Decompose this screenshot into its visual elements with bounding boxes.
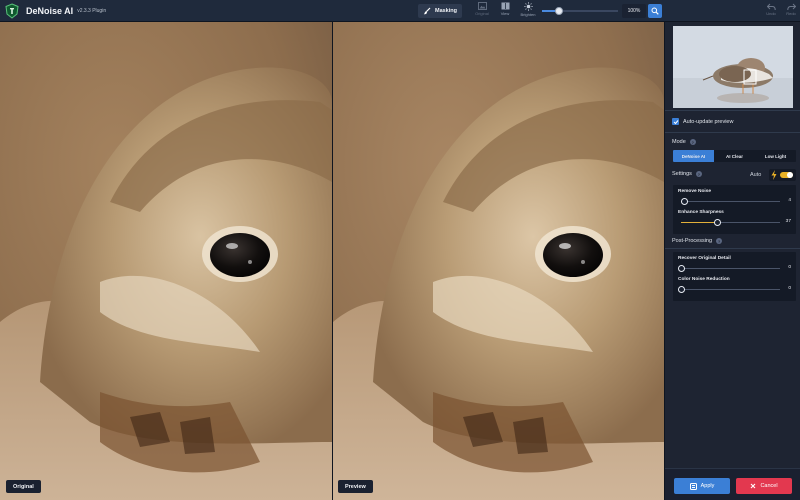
split-view-icon — [501, 2, 509, 10]
enhance-sharpness-label: Enhance Sharpness — [678, 210, 724, 215]
remove-noise-label: Remove Noise — [678, 189, 712, 194]
auto-toggle[interactable] — [780, 172, 793, 178]
mode-tab-denoise-ai[interactable]: DeNoise AI — [673, 150, 714, 162]
view-label: View — [500, 11, 510, 16]
post-processing-panel: Recover Original Detail 0 Color Noise Re… — [673, 252, 796, 301]
undo-icon — [766, 3, 776, 11]
mode-section-title: Mode ? — [672, 139, 696, 145]
app-title: DeNoise AI — [26, 5, 74, 16]
brush-icon — [423, 7, 431, 15]
help-icon[interactable]: ? — [695, 171, 702, 177]
topaz-logo-icon — [5, 2, 19, 19]
cancel-button[interactable]: Cancel — [736, 478, 792, 494]
color-noise-label: Color Noise Reduction — [678, 277, 730, 282]
original-view-label: Original — [475, 11, 489, 16]
lightning-bolt-icon — [771, 170, 777, 180]
section-separator — [665, 132, 800, 133]
post-processing-section-title: Post-Processing ? — [672, 238, 723, 244]
auto-label: Auto — [750, 172, 762, 178]
apply-icon — [689, 482, 697, 490]
close-icon — [751, 483, 756, 489]
settings-section-title: Settings ? — [672, 171, 702, 177]
slider-knob[interactable] — [681, 198, 689, 205]
cancel-label: Cancel — [760, 483, 778, 489]
section-separator — [665, 248, 800, 249]
recover-detail-slider-row: Recover Original Detail 0 — [677, 256, 791, 276]
undo-label: Undo — [766, 11, 776, 16]
magnifier-icon — [651, 7, 659, 15]
navigator-separator — [665, 110, 800, 111]
mode-tab-low-light[interactable]: Low Light — [755, 150, 796, 162]
enhance-sharpness-slider[interactable] — [681, 219, 780, 226]
post-processing-title: Post-Processing — [672, 238, 713, 244]
help-icon[interactable]: ? — [689, 139, 696, 145]
enhance-sharpness-value: 37 — [785, 219, 791, 224]
mode-tabs: DeNoise AI AI Clear Low Light — [673, 150, 796, 162]
brighten-label: Brighten — [520, 12, 536, 17]
action-bar: Apply Cancel — [665, 468, 800, 500]
color-noise-slider[interactable] — [677, 286, 780, 293]
recover-detail-label: Recover Original Detail — [678, 256, 731, 261]
remove-noise-value: 4 — [788, 198, 791, 203]
image-icon — [477, 2, 487, 10]
remove-noise-slider-row: Remove Noise 4 — [678, 189, 791, 209]
navigator-bird-image — [673, 26, 793, 108]
preview-label: Preview — [338, 480, 373, 493]
slider-fill — [681, 222, 718, 223]
masking-label: Masking — [434, 8, 457, 14]
help-icon[interactable]: ? — [716, 238, 723, 244]
top-toolbar: DeNoise AI v2.3.3 Plugin Masking Origina… — [0, 0, 800, 22]
brighten-slider[interactable] — [542, 7, 618, 15]
zoom-button[interactable] — [648, 4, 662, 18]
recover-detail-value: 0 — [788, 265, 791, 270]
navigator-thumbnail[interactable] — [673, 26, 793, 108]
original-view-button[interactable]: Original — [473, 2, 491, 20]
apply-button[interactable]: Apply — [674, 478, 730, 494]
redo-label: Redo — [786, 11, 796, 16]
brighten-button[interactable]: Brighten — [519, 2, 537, 20]
app-version: v2.3.3 Plugin — [77, 7, 107, 14]
original-bird-photo — [0, 22, 332, 500]
brighten-slider-knob[interactable] — [554, 7, 563, 15]
original-pane[interactable]: Original — [0, 22, 332, 500]
sun-icon — [523, 2, 533, 11]
apply-label: Apply — [700, 483, 715, 489]
auto-toggle-container — [769, 169, 796, 181]
original-label: Original — [6, 480, 41, 493]
auto-update-checkbox[interactable]: Auto-update preview — [672, 118, 733, 125]
recover-detail-slider[interactable] — [677, 265, 780, 272]
mode-tab-ai-clear[interactable]: AI Clear — [714, 150, 755, 162]
settings-title: Settings — [672, 171, 692, 177]
settings-sidebar: Auto-update preview Mode ? DeNoise AI AI… — [664, 22, 800, 500]
undo-button[interactable]: Undo — [761, 3, 781, 20]
toggle-knob — [787, 172, 793, 178]
enhance-sharpness-slider-row: Enhance Sharpness 37 — [678, 210, 791, 230]
settings-panel: Remove Noise 4 Enhance Sharpness 37 — [673, 185, 796, 234]
redo-button[interactable]: Redo — [781, 3, 800, 20]
view-mode-button[interactable]: View — [496, 2, 514, 20]
slider-knob[interactable] — [677, 265, 685, 272]
mode-title: Mode — [672, 139, 686, 145]
auto-update-label: Auto-update preview — [683, 118, 734, 125]
color-noise-value: 0 — [788, 286, 791, 291]
slider-knob[interactable] — [714, 219, 722, 226]
redo-icon — [786, 3, 796, 11]
checkbox-checked-icon[interactable] — [672, 118, 679, 125]
preview-pane[interactable]: Preview — [333, 22, 664, 500]
preview-bird-photo — [333, 22, 664, 500]
color-noise-slider-row: Color Noise Reduction 0 — [677, 277, 791, 297]
masking-button[interactable]: Masking — [418, 4, 462, 18]
slider-knob[interactable] — [677, 286, 685, 293]
zoom-level[interactable]: 100% — [622, 4, 646, 18]
remove-noise-slider[interactable] — [681, 198, 780, 205]
